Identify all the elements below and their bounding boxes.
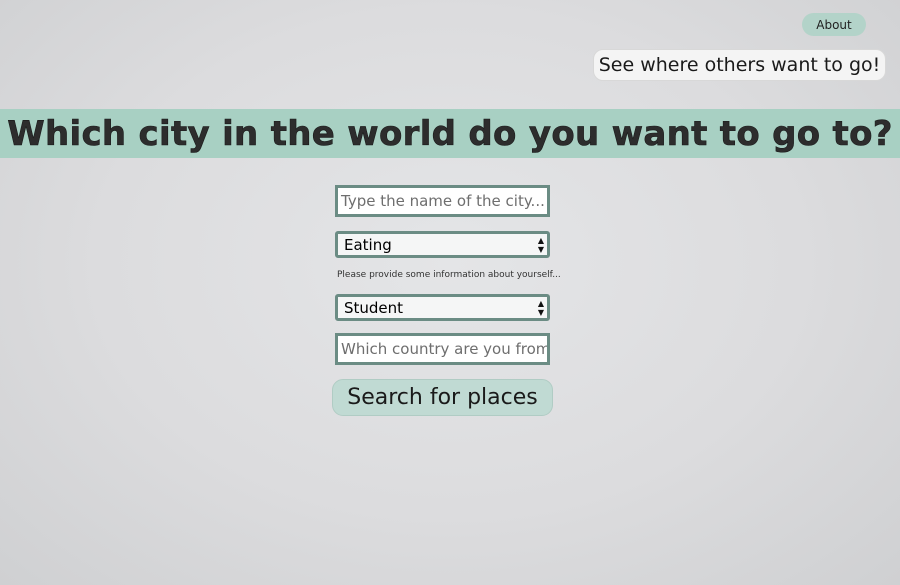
select-arrows-icon: ▲ ▼ (537, 236, 544, 254)
search-button[interactable]: Search for places (332, 379, 553, 416)
occupation-select[interactable]: Student ▲ ▼ (335, 294, 550, 321)
occupation-select-value: Student (344, 298, 404, 317)
title-banner: Which city in the world do you want to g… (0, 109, 900, 158)
country-input[interactable]: Which country are you from? (335, 333, 550, 365)
see-others-button[interactable]: See where others want to go! (593, 49, 886, 81)
helper-text: Please provide some information about yo… (337, 270, 561, 280)
activity-select-value: Eating (344, 235, 392, 254)
select-arrows-icon: ▲ ▼ (537, 299, 544, 317)
city-input[interactable]: Type the name of the city... (335, 185, 550, 217)
page-title: Which city in the world do you want to g… (7, 113, 893, 154)
activity-select[interactable]: Eating ▲ ▼ (335, 231, 550, 258)
about-button[interactable]: About (802, 13, 866, 36)
